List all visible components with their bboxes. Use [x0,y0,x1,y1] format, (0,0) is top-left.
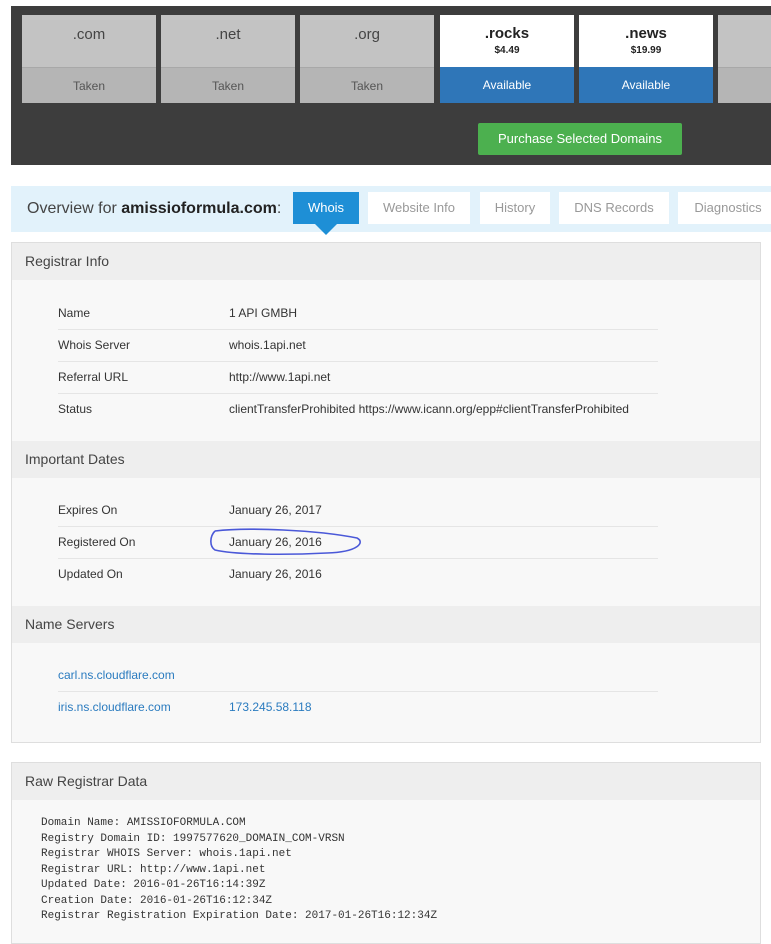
nameserver-row: carl.ns.cloudflare.com [58,659,658,692]
field-label: Updated On [58,567,123,581]
tab-website-info[interactable]: Website Info [368,192,470,224]
field-label: Referral URL [58,370,129,384]
tld-extension: .com [22,15,156,67]
tld-name-box: .news $19.99 [579,15,713,67]
nameserver-row: iris.ns.cloudflare.com 173.245.58.118 [58,691,658,723]
tld-extension: .news [625,25,667,42]
field-value: 1 API GMBH [229,306,298,320]
tld-rocks-card[interactable]: .rocks $4.49 Available [440,15,574,103]
tld-extension [718,15,771,67]
field-value: clientTransferProhibited https://www.ica… [229,402,629,416]
tld-net-card[interactable]: .net Taken [161,15,295,103]
tld-extension: .rocks [484,25,530,42]
field-label: Whois Server [58,338,131,352]
section-heading: Registrar Info [12,243,760,280]
tab-diagnostics[interactable]: Diagnostics [678,192,771,224]
raw-registrar-data-panel: Raw Registrar Data Domain Name: AMISSIOF… [11,762,761,944]
overview-domain: amissioformula.com [121,200,277,217]
registrar-info-section: Registrar Info [12,243,760,280]
overview-prefix: Overview for [27,200,117,217]
tld-status: Taken [22,67,156,103]
overview-bar: Overview for amissioformula.com: Whois W… [11,186,771,235]
registrar-row: Name 1 API GMBH [58,297,658,330]
field-value: http://www.1api.net [229,370,331,384]
tab-dns-records[interactable]: DNS Records [559,192,669,224]
tld-extension: .net [161,15,295,67]
date-row: Expires On January 26, 2017 [58,494,658,527]
overview-title: Overview for amissioformula.com: [27,200,281,218]
section-heading: Raw Registrar Data [12,763,760,800]
purchase-selected-domains-button[interactable]: Purchase Selected Domains [478,123,682,155]
field-value: January 26, 2017 [229,503,322,517]
name-servers-section: Name Servers [12,606,760,643]
tld-extension: .org [300,15,434,67]
registrar-row: Referral URL http://www.1api.net [58,361,658,394]
nameserver-link[interactable]: carl.ns.cloudflare.com [58,659,175,691]
section-heading: Name Servers [12,606,760,643]
field-label: Registered On [58,535,136,549]
registrar-row: Whois Server whois.1api.net [58,329,658,362]
tld-status: Taken [161,67,295,103]
tld-status [718,67,771,103]
section-heading: Important Dates [12,441,760,478]
tld-next-card[interactable] [718,15,771,103]
field-label: Status [58,402,93,416]
tld-com-card[interactable]: .com Taken [22,15,156,103]
important-dates-section: Important Dates [12,441,760,478]
field-label: Expires On [58,503,118,517]
date-row: Updated On January 26, 2016 [58,558,658,590]
whois-panel: Registrar Info Name 1 API GMBH Whois Ser… [11,242,761,743]
tld-price: $19.99 [630,45,662,56]
raw-whois-text: Domain Name: AMISSIOFORMULA.COM Registry… [41,817,438,922]
tld-price: $4.49 [494,45,520,56]
tld-news-card[interactable]: .news $19.99 Available [579,15,713,103]
tab-history[interactable]: History [480,192,550,224]
field-value: whois.1api.net [229,338,306,352]
tld-org-card[interactable]: .org Taken [300,15,434,103]
tld-status: Available [440,67,574,103]
tld-status: Available [579,67,713,103]
field-value: January 26, 2016 [229,567,322,581]
tld-status: Taken [300,67,434,103]
domain-extension-bar: .com Taken .net Taken .org Taken .rocks … [11,6,771,165]
registrar-row: Status clientTransferProhibited https://… [58,393,658,425]
field-label: Name [58,306,91,320]
annotation-circle-icon [210,528,361,556]
nameserver-ip: 173.245.58.118 [229,700,312,714]
overview-suffix: : [276,200,282,217]
tld-name-box: .rocks $4.49 [440,15,574,67]
nameserver-link[interactable]: iris.ns.cloudflare.com [58,691,171,723]
tab-whois[interactable]: Whois [293,192,359,235]
